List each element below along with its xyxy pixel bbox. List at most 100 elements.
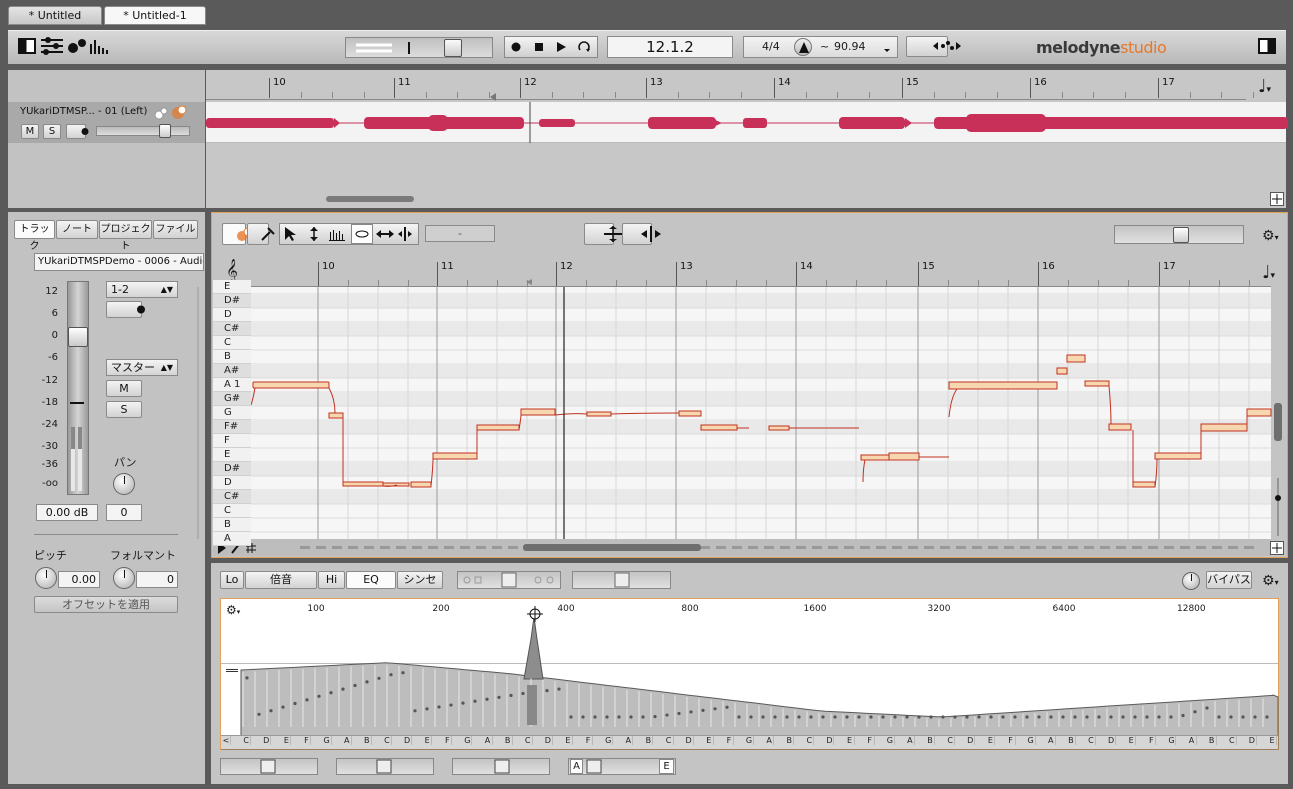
separation-tool-icon[interactable] [397,226,417,242]
blob-mode-button[interactable] [222,223,253,245]
inspector-mute-button[interactable]: M [106,380,142,397]
arrangement-scrollbar[interactable] [326,196,414,202]
track-mute-button[interactable]: M [21,124,39,139]
quantize-pitch-button[interactable] [584,223,622,245]
quantize-time-button[interactable] [622,223,661,245]
sound-settings-gear-icon[interactable]: ⚙▾ [1262,573,1284,589]
inspector-tab[interactable]: トラック [14,220,55,252]
amplitude-tool-icon[interactable] [328,226,348,242]
pan-field[interactable]: 0 [106,504,142,521]
channel-select[interactable]: 1-2 ▲▼ [106,281,178,298]
piano-key[interactable] [213,434,251,448]
inspector-divider [34,534,178,535]
inspector-solo-button[interactable]: S [106,401,142,418]
record-button[interactable] [509,40,523,54]
key-range-slider[interactable]: A E [568,758,676,775]
bypass-knob[interactable] [1182,572,1200,590]
piano-key[interactable] [213,308,251,322]
piano-key[interactable] [213,350,251,364]
piano-key[interactable] [213,336,251,350]
arrangement-zoom-icon[interactable] [1270,192,1284,206]
inspector-tab[interactable]: プロジェクト [99,220,152,252]
editor-note-value-icon[interactable]: ♩▾ [1262,262,1286,284]
pitch-tool-icon[interactable] [305,226,325,242]
apply-offset-button[interactable]: オフセットを適用 [34,596,178,613]
inspector-toggle-icon[interactable] [1258,38,1276,54]
main-tool-icon[interactable] [282,226,302,242]
timbre-slider[interactable] [572,571,671,589]
sound-editor-tab[interactable]: EQ [346,571,396,589]
track-select[interactable]: YUkariDTMSPDemo - 0006 - Audio - 0 [34,253,204,271]
track-solo-button[interactable]: S [43,124,61,139]
metronome-icon[interactable] [794,38,812,56]
harmonic-link-slider[interactable] [457,571,561,589]
bypass-button[interactable]: バイパス [1206,571,1252,589]
piano-key[interactable] [213,532,251,546]
layout-view-icon[interactable] [18,38,36,54]
range-end-label: E [659,759,674,774]
piano-key[interactable] [213,504,251,518]
pitch-knob[interactable] [35,567,57,589]
tilt-slider[interactable] [452,758,550,775]
overview-slider[interactable] [345,37,493,58]
piano-key-label: D [224,309,232,320]
tempo-sync-button[interactable] [906,36,961,57]
macro-tool-button[interactable] [247,223,275,245]
arrangement-note-value-icon[interactable]: ♩▾ [1258,76,1282,98]
inspector-tab[interactable]: ファイル [153,220,198,239]
editor-value-field[interactable]: - [425,225,495,242]
editor-vertical-zoom-slider[interactable] [1273,478,1283,536]
tempo-value: 90.94 [834,40,866,53]
track-name: YUkariDTMSP... - 01 (Left) [20,106,148,117]
peak-marker [70,402,84,406]
editor-ruler-tick [1159,262,1160,286]
track-record-button[interactable] [66,124,89,139]
play-button[interactable] [554,40,568,54]
spectrum-view-icon[interactable] [90,38,108,54]
gain-field[interactable]: 0.00 dB [36,504,98,521]
sound-editor-tab[interactable]: 倍音 [245,571,317,589]
loop-button[interactable] [576,40,592,54]
sound-editor-tab[interactable]: シンセ [397,571,443,589]
tab-untitled-1[interactable]: * Untitled-1 [104,6,206,25]
piano-key[interactable] [213,280,251,294]
lo-range-slider[interactable] [220,758,318,775]
input-record-button[interactable] [106,301,145,318]
tab-untitled[interactable]: * Untitled [8,6,102,25]
formant-knob[interactable] [113,567,135,589]
editor-ruler-subtick [586,280,587,286]
piano-key[interactable] [213,518,251,532]
editor-zoom-slider[interactable] [1114,225,1244,244]
piano-key[interactable] [213,476,251,490]
overview-slider-thumb[interactable] [444,39,462,57]
piano-key[interactable] [213,448,251,462]
formant-tool-icon[interactable] [351,224,373,244]
fader-scale-label: 0 [51,330,58,341]
volume-fader-thumb[interactable] [68,327,88,347]
mixer-view-icon[interactable] [40,37,64,55]
sound-editor-tab[interactable]: Hi [318,571,345,589]
track-volume-slider[interactable] [96,126,190,136]
editor-vertical-scrollbar[interactable] [1274,403,1282,441]
time-tool-icon[interactable] [375,226,395,242]
eq-peak-handle-icon[interactable] [527,606,543,622]
output-select[interactable]: マスター ▲▼ [106,359,178,376]
tempo-dropdown-icon[interactable] [880,40,894,54]
editor-ruler-subtick [408,280,409,286]
piano-key[interactable] [213,406,251,420]
inspector-tab[interactable]: ノート [56,220,98,239]
position-display[interactable]: 12.1.2 [607,36,733,58]
mid-range-slider[interactable] [336,758,434,775]
blob-view-icon[interactable] [66,38,88,54]
arrangement-ruler [206,72,1246,100]
editor-scrollbar[interactable] [523,544,701,551]
piano-key-label: D [224,477,232,488]
editor-settings-gear-icon[interactable]: ⚙▾ [1262,228,1284,244]
sound-editor-tab[interactable]: Lo [220,571,244,589]
pitch-field[interactable]: 0.00 [58,571,100,588]
pan-knob[interactable] [113,473,135,495]
formant-field[interactable]: 0 [136,571,178,588]
stop-button[interactable] [532,40,546,54]
track-volume-thumb[interactable] [159,124,171,138]
editor-zoom-icon[interactable] [1270,541,1284,555]
